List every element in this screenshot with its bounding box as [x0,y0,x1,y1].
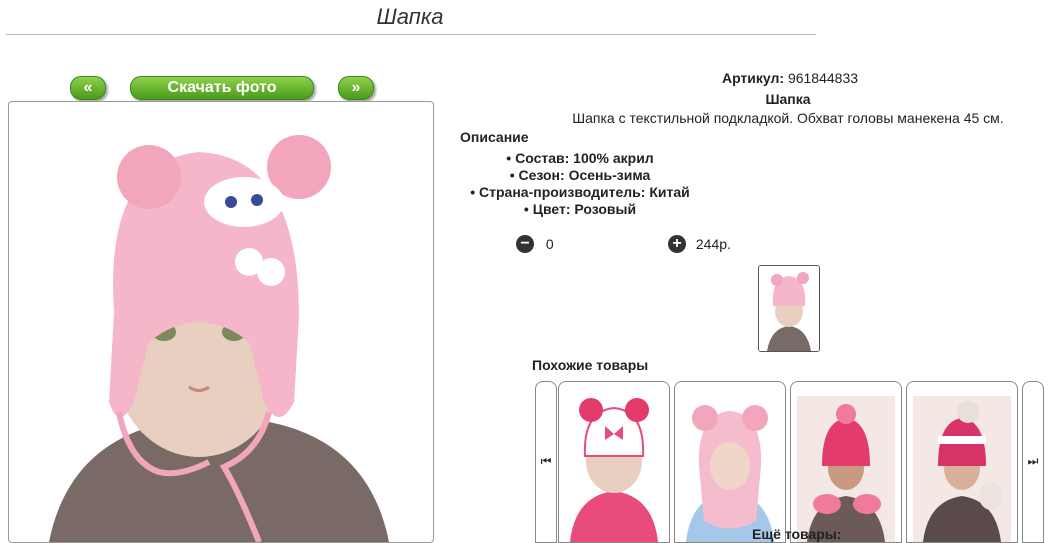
quantity-stepper: − 0 [516,235,554,254]
page-title: Шапка [376,4,444,29]
similar-product-card-4[interactable] [906,381,1018,543]
plus-icon[interactable]: + [668,235,686,254]
feature-composition: Состав: 100% акрил [400,150,760,167]
title-divider [6,34,816,35]
product-short-description: Шапка с текстильной подкладкой. Обхват г… [572,110,1004,126]
similar-product-image-1 [570,398,658,542]
main-product-photo[interactable] [8,101,434,543]
carousel-next-button[interactable]: ⏭ [1022,381,1044,543]
product-name: Шапка [765,91,811,107]
similar-product-card-3[interactable] [790,381,902,543]
similar-product-image-4 [913,396,1011,542]
prev-photo-button[interactable]: « [70,76,106,100]
minus-icon[interactable]: − [516,235,534,254]
more-products-heading: Ещё товары: [752,526,842,542]
download-photo-button[interactable]: Скачать фото [130,76,314,100]
feature-list: Состав: 100% акрил Сезон: Осень-зима Стр… [400,150,760,218]
feature-color: Цвет: Розовый [400,201,760,218]
article-value: 961844833 [787,70,859,86]
carousel-prev-button[interactable]: ⏮ [535,381,557,543]
description-heading: Описание [460,129,529,145]
similar-products-heading: Похожие товары [532,357,649,373]
quantity-value: 0 [545,236,554,253]
last-arrow-icon: ⏭ [1027,454,1039,468]
feature-country: Страна-производитель: Китай [400,184,760,201]
similar-product-image-3 [797,396,895,542]
article-line: Артикул: 961844833 [460,70,1056,86]
price-value: 244р. [695,236,731,253]
similar-product-image-2 [686,405,774,542]
thumbnail-image [759,266,819,351]
article-label: Артикул: [721,70,785,86]
similar-product-card-1[interactable] [558,381,670,543]
feature-season: Сезон: Осень-зима [400,167,760,184]
next-photo-button[interactable]: » [338,76,374,100]
first-arrow-icon: ⏮ [540,454,552,468]
similar-product-card-2[interactable] [674,381,786,543]
photo-thumbnail[interactable] [758,265,820,352]
price-block: + 244р. [668,235,731,254]
hat-on-mannequin-image [49,135,389,542]
